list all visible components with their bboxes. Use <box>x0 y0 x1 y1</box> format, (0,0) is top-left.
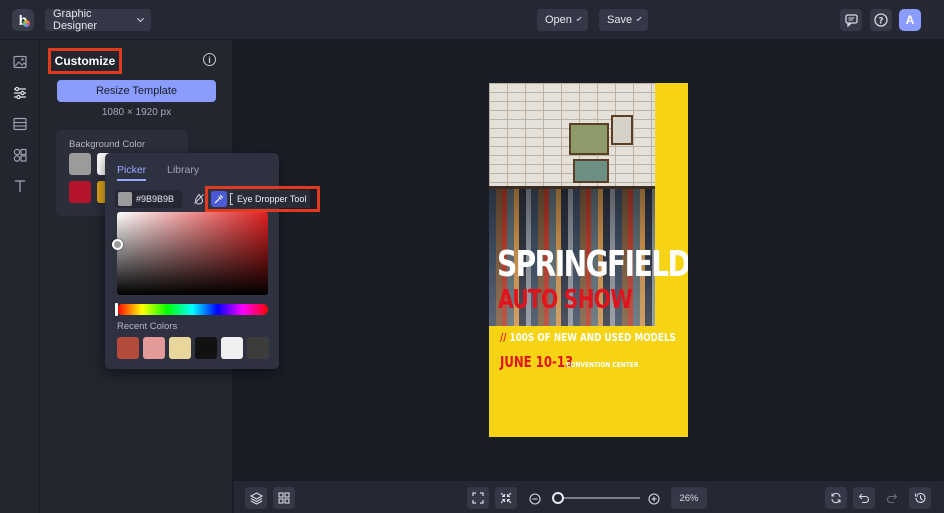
undo-icon <box>858 493 869 504</box>
image-icon <box>13 55 27 69</box>
tool-rail <box>0 40 40 513</box>
history-button[interactable] <box>909 487 931 509</box>
rail-text[interactable] <box>12 178 28 194</box>
wall-frame <box>611 115 633 145</box>
shapes-icon <box>13 148 27 162</box>
grid-button[interactable] <box>273 487 295 509</box>
rail-customize[interactable] <box>12 85 28 101</box>
open-button[interactable]: Open <box>537 9 588 31</box>
poster-date[interactable]: JUNE 10-13 <box>500 353 573 371</box>
design-canvas[interactable]: SPRINGFIELD AUTO SHOW // 100S OF NEW AND… <box>489 83 688 437</box>
history-icon <box>914 492 926 504</box>
open-label: Open <box>545 14 572 26</box>
app-mode-dropdown[interactable]: Graphic Designer <box>45 8 151 32</box>
rail-image-manager[interactable] <box>12 54 28 70</box>
recent-color-swatch[interactable] <box>195 337 217 359</box>
poster-venue[interactable]: CONVENTION CENTER <box>566 361 639 369</box>
template-size: 1080 × 1920 px <box>101 107 172 118</box>
expand-icon <box>472 492 484 504</box>
zoom-out-button[interactable] <box>529 492 541 505</box>
app-mode-label: Graphic Designer <box>53 8 98 32</box>
zoom-slider-knob[interactable] <box>552 492 564 504</box>
comment-icon <box>844 13 858 27</box>
befunky-logo-icon[interactable]: b <box>12 9 34 31</box>
hue-handle[interactable] <box>115 303 118 316</box>
chevron-down-icon <box>576 15 582 22</box>
refresh-icon <box>831 492 841 504</box>
tab-library[interactable]: Library <box>167 164 199 176</box>
svg-text:?: ? <box>878 17 883 27</box>
tab-picker[interactable]: Picker <box>117 164 147 181</box>
fit-to-screen-button[interactable] <box>467 487 489 509</box>
zoom-level[interactable]: 26% <box>671 487 707 509</box>
poster-tagline[interactable]: // 100S OF NEW AND USED MODELS <box>500 331 676 344</box>
zoom-in-icon <box>648 493 660 505</box>
wall-frame <box>573 159 609 183</box>
hex-input[interactable]: #9B9B9B <box>115 190 182 208</box>
comments-button[interactable] <box>840 9 862 31</box>
top-bar: b Graphic Designer Open Save ? A <box>0 0 944 40</box>
eyedropper-button[interactable] <box>211 191 227 207</box>
redo-button[interactable] <box>881 487 903 509</box>
resize-template-button[interactable]: Resize Template <box>57 80 216 102</box>
sync-button[interactable] <box>825 487 847 509</box>
background-swatch-current[interactable] <box>69 153 91 175</box>
background-swatch-red[interactable] <box>69 181 91 203</box>
background-color-label: Background Color <box>69 139 146 150</box>
recent-color-swatch[interactable] <box>221 337 243 359</box>
recent-color-swatch[interactable] <box>143 337 165 359</box>
bottom-bar: 26% <box>234 480 944 513</box>
recent-color-swatch[interactable] <box>117 337 139 359</box>
save-label: Save <box>607 14 633 26</box>
question-icon: ? <box>874 13 888 27</box>
eyedropper-tooltip: Eye Dropper Tool <box>233 190 311 208</box>
tagline-text: 100S OF NEW AND USED MODELS <box>509 331 676 344</box>
save-button[interactable]: Save <box>599 9 648 31</box>
chevron-down-icon <box>137 15 145 22</box>
poster-subtitle[interactable]: AUTO SHOW <box>498 285 633 315</box>
actual-size-button[interactable] <box>495 487 517 509</box>
no-color-icon <box>194 193 204 205</box>
rail-graphics[interactable] <box>12 147 28 163</box>
recent-color-swatch[interactable] <box>247 337 269 359</box>
current-color-chip <box>118 192 132 206</box>
text-icon <box>15 180 25 192</box>
saturation-handle[interactable] <box>112 239 123 250</box>
hex-value: #9B9B9B <box>136 194 175 204</box>
eyedropper-highlight: Eye Dropper Tool <box>205 186 320 212</box>
zoom-out-icon <box>529 493 541 505</box>
saturation-area[interactable] <box>117 212 268 295</box>
layers-button[interactable] <box>245 487 267 509</box>
rail-layouts[interactable] <box>12 116 28 132</box>
wall-frame <box>569 123 609 155</box>
layout-icon <box>13 117 27 131</box>
chevron-down-icon <box>636 16 642 21</box>
redo-icon <box>887 493 898 504</box>
info-icon[interactable]: i <box>203 53 216 66</box>
layers-icon <box>249 491 263 505</box>
zoom-slider-track[interactable] <box>556 497 640 499</box>
undo-button[interactable] <box>853 487 875 509</box>
zoom-in-button[interactable] <box>648 492 660 505</box>
tagline-slash: // <box>500 331 507 344</box>
shrink-icon <box>500 492 512 504</box>
help-button[interactable]: ? <box>870 9 892 31</box>
hue-slider[interactable] <box>117 304 268 315</box>
sliders-icon <box>14 86 26 100</box>
user-avatar[interactable]: A <box>899 9 921 31</box>
grid-icon <box>278 492 290 504</box>
eyedropper-icon <box>214 194 224 204</box>
poster-title[interactable]: SPRINGFIELD <box>497 245 688 285</box>
recent-colors-label: Recent Colors <box>117 321 178 332</box>
panel-title: Customize <box>48 48 122 74</box>
recent-color-swatch[interactable] <box>169 337 191 359</box>
